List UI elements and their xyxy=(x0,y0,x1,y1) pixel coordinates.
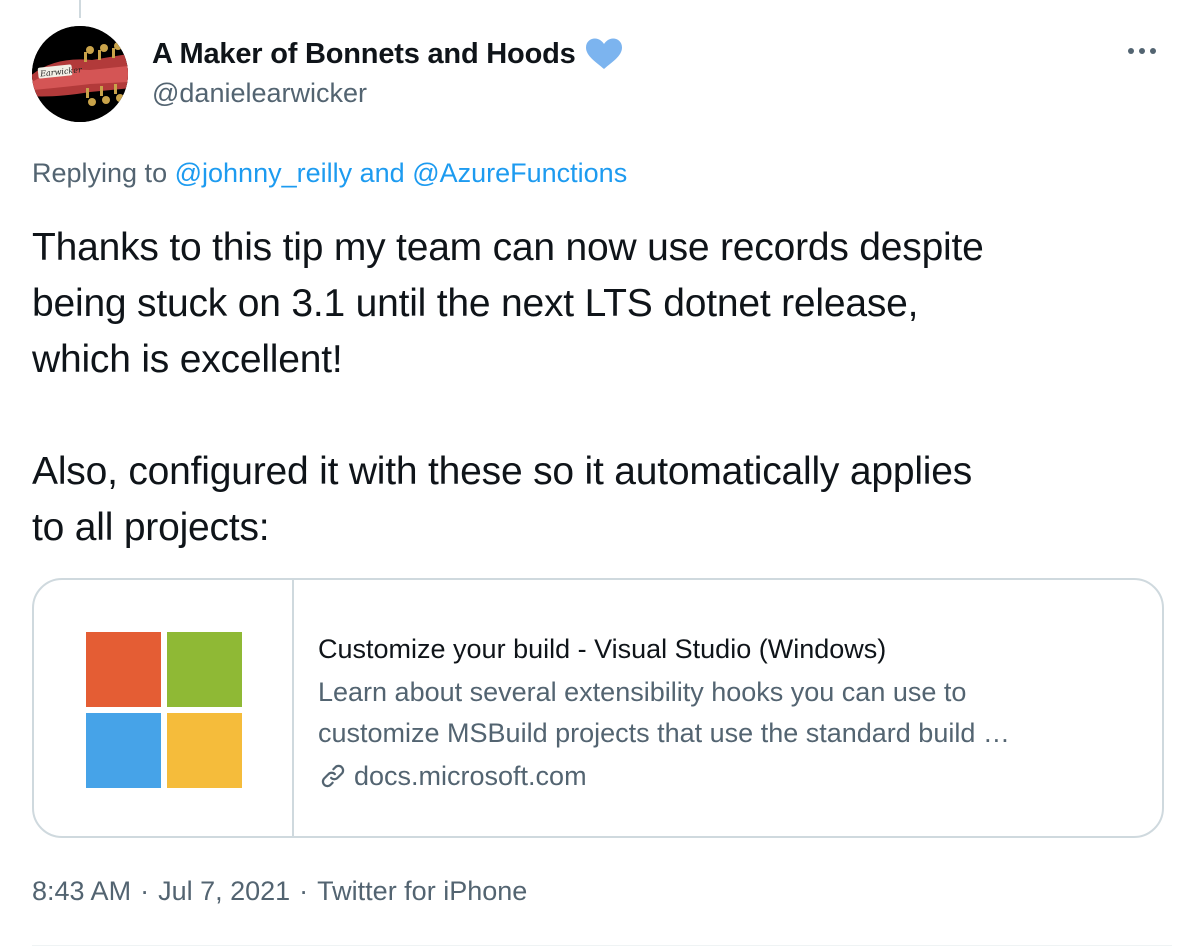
card-body: Customize your build - Visual Studio (Wi… xyxy=(294,580,1162,836)
replying-conjunction[interactable]: and xyxy=(360,158,405,188)
meta-separator: · xyxy=(140,876,150,906)
card-title: Customize your build - Visual Studio (Wi… xyxy=(318,634,887,664)
more-dot-icon xyxy=(1150,48,1156,54)
meta-separator: · xyxy=(299,876,309,906)
logo-square-yellow xyxy=(167,713,242,788)
card-thumbnail xyxy=(34,580,294,836)
bottom-divider xyxy=(32,945,1172,946)
author-display-name[interactable]: A Maker of Bonnets and Hoods xyxy=(152,38,576,71)
card-domain: docs.microsoft.com xyxy=(354,761,587,791)
mention-link-azure-functions[interactable]: @AzureFunctions xyxy=(412,158,627,188)
tweet-metadata: 8:43 AM · Jul 7, 2021 · Twitter for iPho… xyxy=(32,876,527,907)
tweet-header: Earwicker A Maker of Bonnets and Hoods @… xyxy=(32,26,1172,122)
author-name-row: A Maker of Bonnets and Hoods xyxy=(152,36,624,72)
card-description: Learn about several extensibility hooks … xyxy=(318,672,1162,754)
logo-square-green xyxy=(167,632,242,707)
more-dot-icon xyxy=(1128,48,1134,54)
thread-connector-line xyxy=(79,0,81,18)
logo-square-blue xyxy=(86,713,161,788)
author-handle[interactable]: @danielearwicker xyxy=(152,78,367,109)
card-description-line: Learn about several extensibility hooks … xyxy=(318,677,967,707)
microsoft-logo-icon xyxy=(86,632,242,788)
tweet-timestamp-date[interactable]: Jul 7, 2021 xyxy=(158,876,290,907)
blue-heart-icon xyxy=(585,38,622,69)
replying-to-prefix: Replying to xyxy=(32,158,168,188)
logo-square-red xyxy=(86,632,161,707)
more-dot-icon xyxy=(1139,48,1145,54)
mention-link-johnny-reilly[interactable]: @johnny_reilly xyxy=(175,158,353,188)
card-description-line: customize MSBuild projects that use the … xyxy=(318,718,1010,748)
tweet-text: Thanks to this tip my team can now use r… xyxy=(32,226,984,549)
tweet-source[interactable]: Twitter for iPhone xyxy=(317,876,527,907)
link-icon xyxy=(321,764,345,788)
tweet-timestamp-time[interactable]: 8:43 AM xyxy=(32,876,131,907)
avatar[interactable]: Earwicker xyxy=(32,26,128,122)
link-preview-card[interactable]: Customize your build - Visual Studio (Wi… xyxy=(32,578,1164,838)
more-options-button[interactable] xyxy=(1122,36,1162,66)
replying-to-line: Replying to @johnny_reilly and @AzureFun… xyxy=(32,158,627,189)
card-domain-row: docs.microsoft.com xyxy=(318,756,1162,796)
avatar-guitar-headstock-image: Earwicker xyxy=(32,26,128,122)
